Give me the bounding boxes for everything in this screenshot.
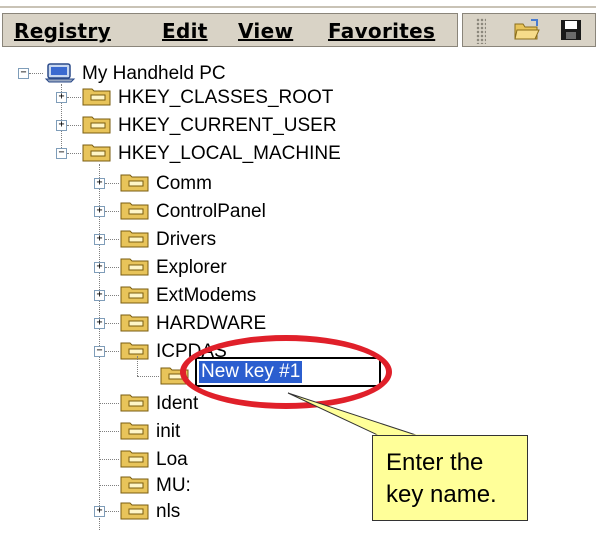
- key-folder-icon: [120, 420, 150, 444]
- save-icon[interactable]: [556, 16, 586, 44]
- tree-node-hkcr[interactable]: HKEY_CLASSES_ROOT: [82, 86, 333, 110]
- tree-label-hardware: HARDWARE: [156, 313, 267, 334]
- tree-label-controlpanel: ControlPanel: [156, 201, 266, 222]
- key-folder-icon: [120, 284, 150, 308]
- tree-label-drivers: Drivers: [156, 229, 217, 250]
- tree-line: [67, 125, 81, 126]
- tree-node-ident[interactable]: Ident: [120, 392, 198, 416]
- tree-line: [105, 183, 119, 184]
- collapse-toggle-root[interactable]: −: [18, 68, 29, 79]
- expand-toggle-nls[interactable]: +: [94, 506, 105, 517]
- tree-label-hklm: HKEY_LOCAL_MACHINE: [118, 143, 341, 164]
- callout-line-1: Enter the: [386, 449, 484, 476]
- tree-line: [105, 211, 119, 212]
- key-folder-icon: [120, 228, 150, 252]
- tree-label-loader: Loa: [156, 449, 188, 470]
- tree-node-root[interactable]: My Handheld PC: [44, 62, 226, 86]
- tree-line: [67, 97, 81, 98]
- tree-line: [105, 323, 119, 324]
- expand-toggle-extmodems[interactable]: +: [94, 290, 105, 301]
- menu-top-border: [0, 6, 596, 8]
- expand-toggle-hkcr[interactable]: +: [56, 92, 67, 103]
- tree-node-drivers[interactable]: Drivers: [120, 228, 216, 252]
- expand-toggle-hardware[interactable]: +: [94, 318, 105, 329]
- menu-edit[interactable]: Edit: [162, 19, 208, 43]
- tree-line: [29, 73, 43, 74]
- tree-line: [67, 153, 81, 154]
- tree-node-hardware[interactable]: HARDWARE: [120, 312, 266, 336]
- tree-label-extmodems: ExtModems: [156, 285, 257, 306]
- key-folder-icon: [82, 114, 112, 138]
- key-folder-icon: [120, 340, 150, 364]
- tree-line: [100, 485, 119, 486]
- tree-line: [105, 511, 119, 512]
- menu-favorites[interactable]: Favorites: [328, 19, 435, 43]
- key-folder-icon: [120, 474, 150, 498]
- expand-toggle-hkcu[interactable]: +: [56, 120, 67, 131]
- tree-node-explorer[interactable]: Explorer: [120, 256, 227, 280]
- expand-toggle-comm[interactable]: +: [94, 178, 105, 189]
- tree-label-explorer: Explorer: [156, 257, 227, 278]
- tree-line: [137, 356, 138, 376]
- tree-node-controlpanel[interactable]: ControlPanel: [120, 200, 266, 224]
- tree-node-hkcu[interactable]: HKEY_CURRENT_USER: [82, 114, 337, 138]
- collapse-toggle-hklm[interactable]: −: [56, 148, 67, 159]
- tree-label-ident: Ident: [156, 393, 199, 414]
- key-folder-icon: [120, 392, 150, 416]
- key-folder-icon: [120, 200, 150, 224]
- key-folder-icon: [120, 312, 150, 336]
- expand-toggle-controlpanel[interactable]: +: [94, 206, 105, 217]
- tree-line: [99, 518, 100, 530]
- expand-toggle-drivers[interactable]: +: [94, 234, 105, 245]
- handheld-pc-icon: [44, 61, 76, 87]
- tree-label-mui: MU:: [156, 475, 191, 496]
- tree-line: [105, 239, 119, 240]
- key-folder-icon: [120, 172, 150, 196]
- menu-bar: Registry Edit View Favorites: [0, 0, 596, 60]
- key-folder-icon: [82, 86, 112, 110]
- tree-label-hkcr: HKEY_CLASSES_ROOT: [118, 87, 334, 108]
- tree-line: [137, 376, 159, 377]
- tree-node-mui[interactable]: MU:: [120, 474, 191, 498]
- tree-label-comm: Comm: [156, 173, 212, 194]
- tree-label-hkcu: HKEY_CURRENT_USER: [118, 115, 337, 136]
- tree-line: [105, 267, 119, 268]
- tree-label-nls: nls: [156, 501, 181, 522]
- tree-line: [100, 403, 119, 404]
- tree-node-loader[interactable]: Loa: [120, 448, 188, 472]
- tree-node-comm[interactable]: Comm: [120, 172, 212, 196]
- tree-node-extmodems[interactable]: ExtModems: [120, 284, 256, 308]
- key-folder-icon: [120, 500, 150, 524]
- tree-line: [100, 459, 119, 460]
- tree-node-nls[interactable]: nls: [120, 500, 180, 524]
- key-folder-icon: [120, 448, 150, 472]
- toolbar-grip[interactable]: [476, 18, 486, 44]
- expand-toggle-explorer[interactable]: +: [94, 262, 105, 273]
- tree-line: [105, 351, 119, 352]
- callout-text: Enter the key name.: [386, 447, 497, 511]
- collapse-toggle-icpdas[interactable]: −: [94, 346, 105, 357]
- callout-line-2: key name.: [386, 481, 497, 508]
- tree-node-init[interactable]: init: [120, 420, 180, 444]
- tree-node-hklm[interactable]: HKEY_LOCAL_MACHINE: [82, 142, 341, 166]
- menu-registry[interactable]: Registry: [14, 19, 111, 43]
- key-folder-icon: [82, 142, 112, 166]
- tree-line: [100, 431, 119, 432]
- tree-label-root: My Handheld PC: [82, 63, 226, 84]
- menu-view[interactable]: View: [238, 19, 293, 43]
- key-folder-icon: [120, 256, 150, 280]
- tree-label-init: init: [156, 421, 181, 442]
- tree-line: [105, 295, 119, 296]
- open-folder-icon[interactable]: [512, 16, 542, 44]
